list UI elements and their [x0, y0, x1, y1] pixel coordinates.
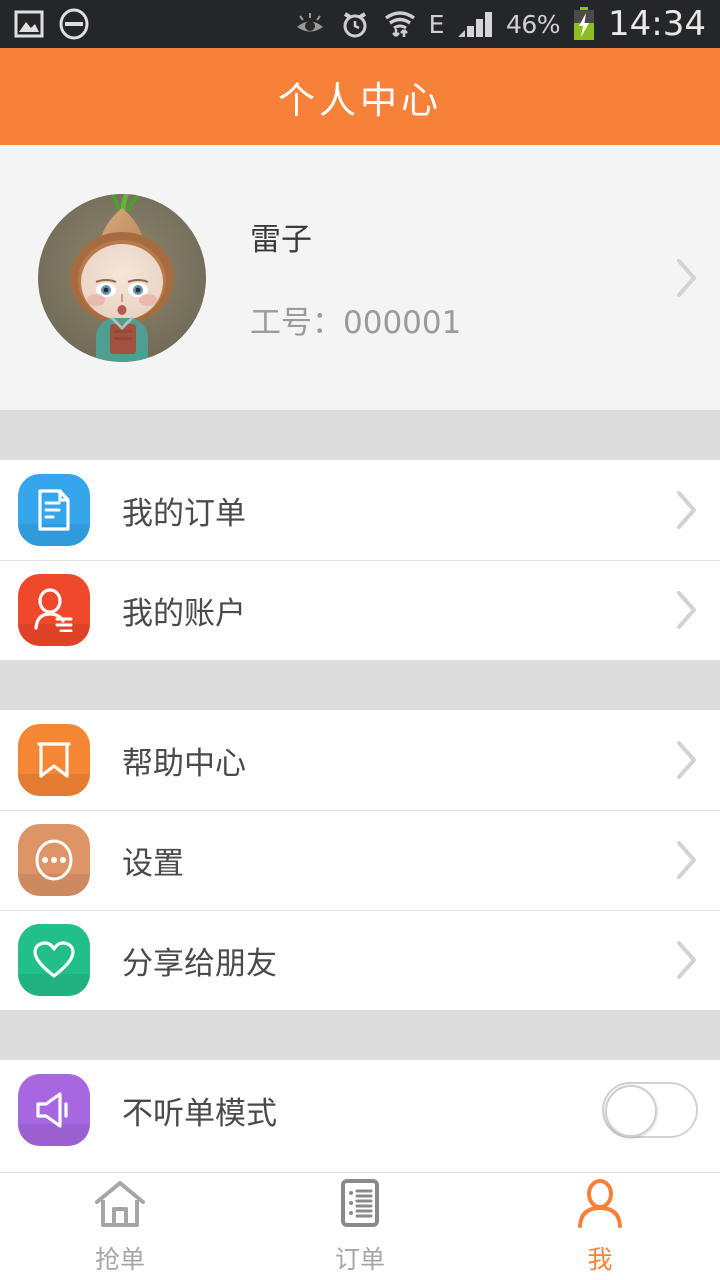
menu-item-label: 帮助中心	[122, 745, 246, 782]
chevron-right-icon	[676, 258, 698, 298]
heart-icon	[18, 924, 90, 996]
chevron-right-icon	[676, 940, 698, 980]
menu-group-orders: 我的订单 我的账户	[0, 460, 720, 660]
menu-item-my-account[interactable]: 我的账户	[0, 560, 720, 660]
account-person-icon	[18, 574, 90, 646]
menu-item-label: 我的账户	[122, 595, 246, 632]
clock-label: 14:34	[608, 4, 706, 44]
chevron-right-icon	[676, 740, 698, 780]
list-icon	[335, 1178, 385, 1236]
status-bar: E 46% 14:34	[0, 0, 720, 48]
do-not-disturb-icon	[58, 8, 90, 40]
section-divider-1	[0, 410, 720, 460]
profile-text: 雷子 工号：000001	[250, 214, 676, 342]
menu-item-mute-mode[interactable]: 不听单模式	[0, 1060, 720, 1160]
menu-item-label: 不听单模式	[122, 1095, 277, 1132]
menu-item-label: 我的订单	[122, 495, 246, 532]
app-screen: E 46% 14:34 个人中心 雷子 工号：000001 我的订单 我的账户 …	[0, 0, 720, 1280]
menu-group-mute: 不听单模式	[0, 1060, 720, 1160]
nav-item-label: 我	[587, 1244, 613, 1274]
bottom-navigation: 抢单 订单 我	[0, 1172, 720, 1280]
section-divider-2	[0, 660, 720, 710]
page-title: 个人中心	[278, 78, 442, 122]
profile-employee-id: 工号：000001	[250, 304, 462, 341]
menu-item-share-with-friends[interactable]: 分享给朋友	[0, 910, 720, 1010]
menu-group-support: 帮助中心 设置 分享给朋友	[0, 710, 720, 1010]
profile-name: 雷子	[250, 221, 312, 258]
eye-icon	[293, 10, 327, 38]
avatar[interactable]	[38, 193, 206, 362]
speaker-icon	[18, 1074, 90, 1146]
chevron-right-icon	[676, 840, 698, 880]
menu-item-settings[interactable]: 设置	[0, 810, 720, 910]
page-header: 个人中心	[0, 48, 720, 145]
status-bar-left-icons	[14, 8, 90, 40]
chevron-right-icon	[676, 590, 698, 630]
bookmark-icon	[18, 724, 90, 796]
toggle-knob	[605, 1085, 657, 1137]
person-icon	[575, 1178, 625, 1236]
section-divider-3	[0, 1010, 720, 1060]
menu-item-help-center[interactable]: 帮助中心	[0, 710, 720, 810]
alarm-clock-icon	[339, 8, 371, 40]
battery-percent-label: 46%	[505, 9, 561, 39]
mute-mode-toggle[interactable]	[602, 1082, 698, 1138]
menu-item-my-orders[interactable]: 我的订单	[0, 460, 720, 560]
signal-bars-icon	[456, 9, 494, 39]
document-icon	[18, 474, 90, 546]
nav-item-orders[interactable]: 订单	[240, 1173, 480, 1280]
wifi-data-transfer-icon	[383, 9, 417, 39]
status-bar-right-icons: E 46% 14:34	[293, 4, 706, 44]
menu-item-label: 分享给朋友	[122, 945, 277, 982]
settings-dots-icon	[18, 824, 90, 896]
image-icon	[14, 10, 44, 38]
nav-item-label: 抢单	[94, 1244, 145, 1274]
battery-charging-icon	[572, 7, 596, 41]
menu-item-label: 设置	[122, 845, 184, 882]
profile-row[interactable]: 雷子 工号：000001	[0, 145, 720, 410]
home-icon	[92, 1178, 148, 1236]
nav-item-me[interactable]: 我	[480, 1173, 720, 1280]
nav-item-grab-orders[interactable]: 抢单	[0, 1173, 240, 1280]
nav-item-label: 订单	[334, 1244, 385, 1274]
chevron-right-icon	[676, 490, 698, 530]
network-type-label: E	[428, 9, 445, 39]
